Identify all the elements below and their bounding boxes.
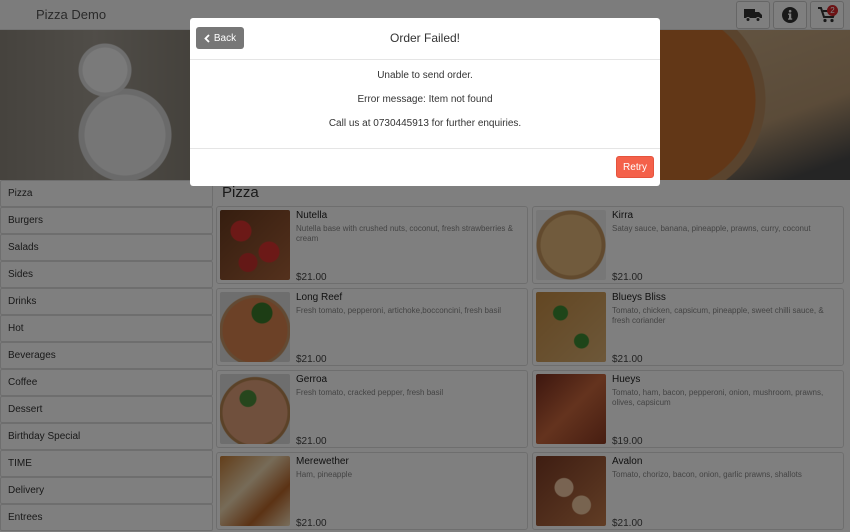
dialog-body: Unable to send order. Error message: Ite… [190, 60, 660, 149]
order-failed-dialog: Back Order Failed! Unable to send order.… [190, 18, 660, 186]
contact-message: Call us at 0730445913 for further enquir… [328, 118, 522, 129]
retry-button[interactable]: Retry [616, 156, 654, 178]
dialog-footer: Retry [190, 149, 660, 185]
error-summary: Unable to send order. [377, 70, 473, 81]
error-message: Error message: Item not found [357, 94, 493, 105]
dialog-title: Order Failed! [389, 31, 461, 45]
dialog-header: Back Order Failed! [190, 18, 660, 60]
